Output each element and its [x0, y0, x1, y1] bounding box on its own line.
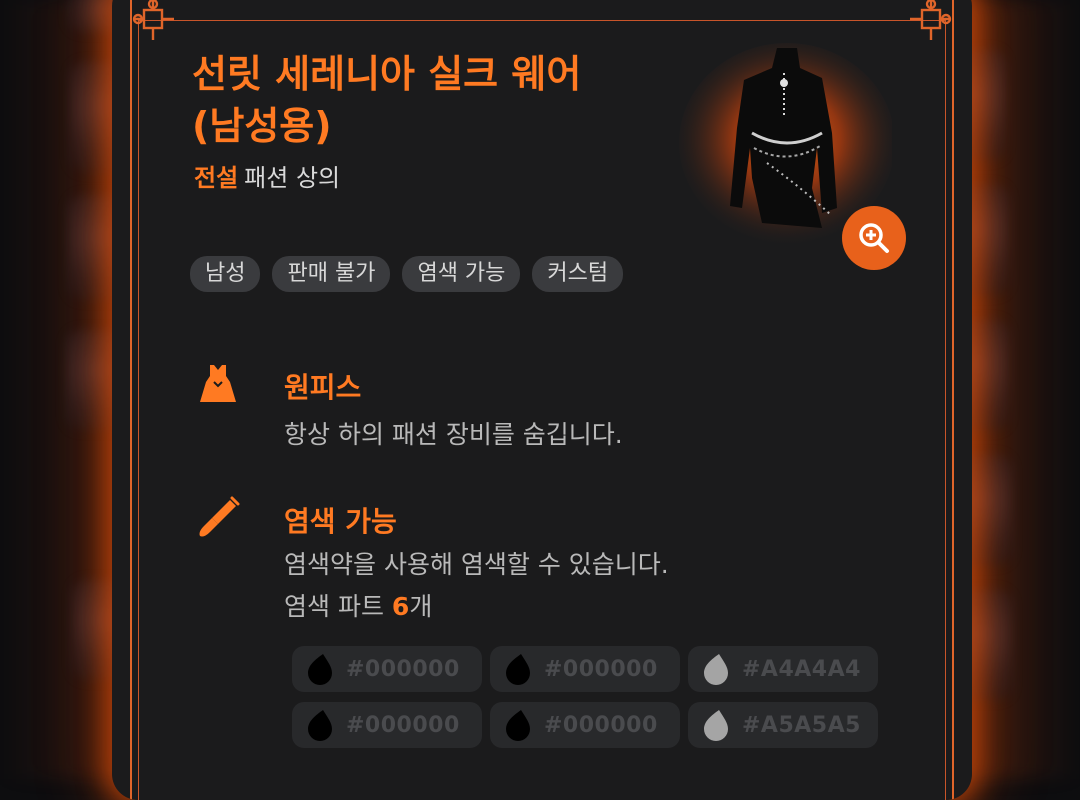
corner-knot-icon — [910, 0, 952, 40]
magnify-plus-icon — [859, 223, 889, 253]
item-tags: 남성 판매 불가 염색 가능 커스텀 — [190, 256, 624, 292]
dye-brush-icon — [199, 496, 240, 537]
dye-color-hex: #000000 — [544, 656, 658, 682]
item-grade: 전설 — [194, 164, 239, 192]
dye-color-grid: #000000 #000000 #A4A4A4 #000000 #000000 … — [292, 646, 878, 748]
dye-color-chip[interactable]: #A4A4A4 — [688, 646, 878, 692]
dye-color-chip[interactable]: #A5A5A5 — [688, 702, 878, 748]
dye-color-chip[interactable]: #000000 — [292, 646, 482, 692]
dye-color-hex: #A4A4A4 — [742, 656, 861, 682]
dye-drop-icon — [506, 710, 530, 741]
dye-description: 염색약을 사용해 염색할 수 있습니다. — [284, 550, 669, 579]
dye-color-chip[interactable]: #000000 — [490, 702, 680, 748]
item-title: 선릿 세레니아 실크 웨어 (남성용) — [192, 52, 582, 148]
tag-custom: 커스텀 — [532, 256, 624, 292]
dye-drop-icon — [704, 710, 728, 741]
dye-color-chip[interactable]: #000000 — [490, 646, 680, 692]
tag-dyeable: 염색 가능 — [402, 256, 521, 292]
onepiece-title: 원피스 — [284, 371, 362, 404]
dye-parts-line: 염색 파트 6개 — [284, 588, 432, 626]
dye-color-hex: #000000 — [346, 656, 460, 682]
dye-drop-icon — [308, 654, 332, 685]
tag-unsellable: 판매 불가 — [272, 256, 391, 292]
dye-parts-suffix: 개 — [409, 592, 433, 621]
item-category: 패션 상의 — [244, 164, 341, 192]
dye-color-chip[interactable]: #000000 — [292, 702, 482, 748]
dye-drop-icon — [506, 654, 530, 685]
dye-drop-icon — [704, 654, 728, 685]
item-grade-category: 전설 패션 상의 — [194, 158, 340, 193]
dye-color-hex: #000000 — [544, 712, 658, 738]
zoom-button[interactable] — [842, 206, 906, 270]
dye-title: 염색 가능 — [284, 505, 397, 538]
dye-drop-icon — [308, 710, 332, 741]
dress-icon — [200, 365, 236, 402]
tag-gender: 남성 — [190, 256, 261, 292]
dye-color-hex: #000000 — [346, 712, 460, 738]
corner-knot-icon — [132, 0, 174, 40]
dye-parts-prefix: 염색 파트 — [284, 592, 392, 621]
onepiece-description: 항상 하의 패션 장비를 숨깁니다. — [284, 420, 623, 449]
item-tooltip-card: 선릿 세레니아 실크 웨어 (남성용) 전설 패션 상의 남성 판매 불가 염색 … — [112, 0, 972, 800]
dye-parts-count: 6 — [391, 592, 410, 621]
dye-color-hex: #A5A5A5 — [742, 712, 861, 738]
